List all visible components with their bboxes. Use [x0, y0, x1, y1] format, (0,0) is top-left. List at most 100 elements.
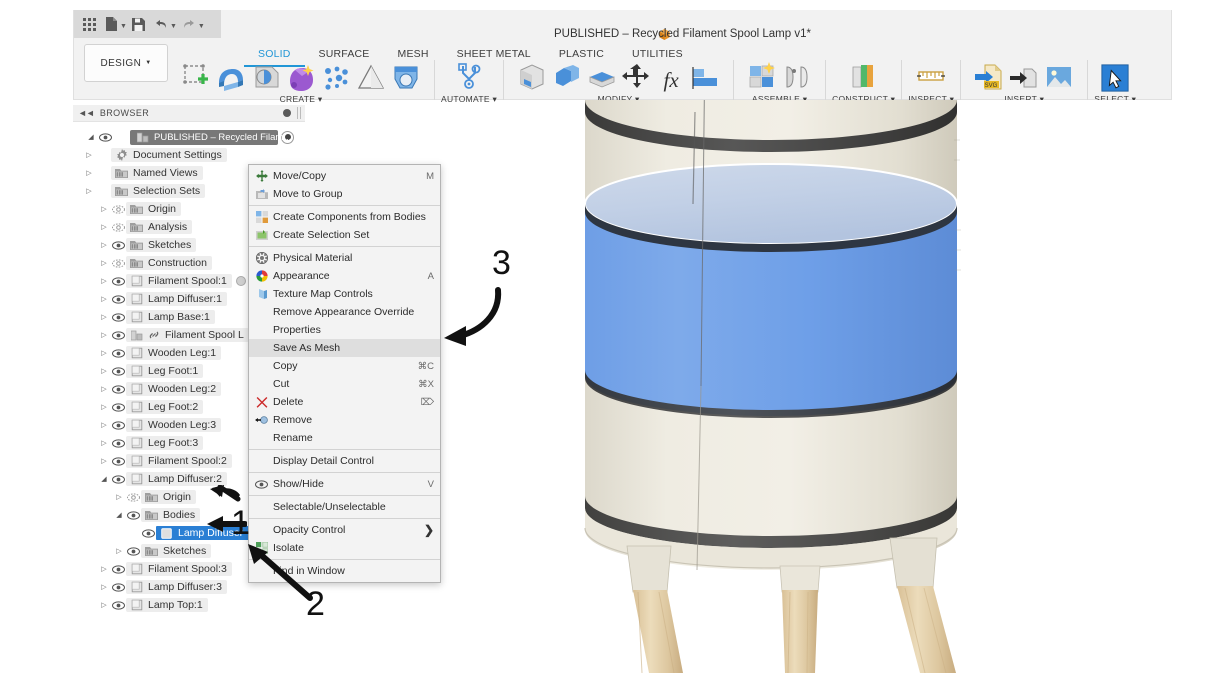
tree-item-pill[interactable]: Wooden Leg:2: [126, 382, 222, 396]
menu-item-display-detail-control[interactable]: Display Detail Control: [249, 452, 440, 470]
visibility-eye-icon[interactable]: [110, 384, 126, 394]
visibility-eye-icon[interactable]: [110, 330, 126, 340]
align-icon[interactable]: [689, 61, 721, 93]
rib-icon[interactable]: [390, 61, 422, 93]
parameters-icon[interactable]: fx: [656, 60, 686, 93]
visibility-eye-icon[interactable]: [110, 204, 126, 214]
extrude-icon[interactable]: [215, 61, 247, 93]
expand-arrow-icon[interactable]: ▷: [98, 601, 110, 609]
visibility-eye-icon[interactable]: [125, 492, 141, 502]
menu-item-remove-appearance-override[interactable]: Remove Appearance Override: [249, 303, 440, 321]
menu-item-create-components-from-bodies[interactable]: Create Components from Bodies: [249, 208, 440, 226]
tree-item-pill[interactable]: Origin: [141, 490, 197, 504]
expand-arrow-icon[interactable]: ▷: [98, 223, 110, 231]
expand-arrow-icon[interactable]: ▷: [98, 385, 110, 393]
save-icon[interactable]: [129, 14, 149, 34]
expand-arrow-icon[interactable]: ▷: [98, 421, 110, 429]
visibility-eye-icon[interactable]: [140, 528, 156, 538]
menu-item-move-to-group[interactable]: Move to Group: [249, 185, 440, 203]
expand-arrow-icon[interactable]: ▷: [83, 169, 95, 177]
tree-item-pill[interactable]: Named Views: [111, 166, 203, 180]
root-component-pill[interactable]: PUBLISHED – Recycled Filam...: [130, 129, 291, 145]
visibility-eye-icon[interactable]: [110, 312, 126, 322]
tree-item-pill[interactable]: Lamp Base:1: [126, 310, 215, 324]
collapse-arrow-icon[interactable]: ◢: [113, 511, 125, 519]
tree-item-pill[interactable]: Leg Foot:2: [126, 400, 204, 414]
press-pull-icon[interactable]: [516, 61, 548, 93]
expand-arrow-icon[interactable]: ▷: [113, 493, 125, 501]
loft-icon[interactable]: [355, 61, 387, 93]
menu-item-move-copy[interactable]: Move/Copy M: [249, 167, 440, 185]
tree-row-document-settings[interactable]: ▷ Document Settings: [73, 146, 305, 164]
menu-item-properties[interactable]: Properties: [249, 321, 440, 339]
menu-item-show-hide[interactable]: Show/Hide V: [249, 475, 440, 493]
expand-arrow-icon[interactable]: ▷: [113, 547, 125, 555]
automate-icon[interactable]: [453, 61, 485, 93]
visibility-eye-icon[interactable]: [110, 582, 126, 592]
move-copy-icon[interactable]: [621, 61, 653, 93]
select-cursor-icon[interactable]: [1100, 63, 1130, 93]
new-component-icon[interactable]: [746, 61, 778, 93]
expand-arrow-icon[interactable]: ▷: [98, 367, 110, 375]
tree-item-pill[interactable]: Filament Spool:2: [126, 454, 232, 468]
undo-caret-icon[interactable]: ▼: [170, 18, 177, 30]
undo-icon[interactable]: [151, 14, 171, 34]
tree-row-lamp-top-1[interactable]: ▷ Lamp Top:1: [73, 596, 305, 614]
sweep-icon[interactable]: [285, 61, 317, 93]
tree-item-pill[interactable]: Leg Foot:1: [126, 364, 204, 378]
panel-grip[interactable]: [300, 107, 301, 119]
menu-item-opacity-control[interactable]: Opacity Control ❯: [249, 521, 440, 539]
visibility-eye-icon[interactable]: [97, 132, 113, 142]
visibility-eye-icon[interactable]: [110, 348, 126, 358]
tree-item-pill[interactable]: Analysis: [126, 220, 193, 234]
construction-plane-icon[interactable]: [848, 61, 880, 93]
chevron-right-icon[interactable]: ❯: [424, 523, 434, 537]
expand-arrow-icon[interactable]: ▷: [98, 439, 110, 447]
menu-item-remove[interactable]: Remove: [249, 411, 440, 429]
tree-item-pill[interactable]: Filament Spool:3: [126, 562, 232, 576]
expand-arrow-icon[interactable]: ▷: [83, 187, 95, 195]
visibility-eye-icon[interactable]: [110, 402, 126, 412]
tree-item-pill[interactable]: Origin: [126, 202, 182, 216]
redo-caret-icon[interactable]: ▼: [198, 18, 205, 30]
tree-item-pill[interactable]: Lamp Diffuser:1: [126, 292, 227, 306]
expand-arrow-icon[interactable]: ▷: [98, 241, 110, 249]
menu-item-physical-material[interactable]: Physical Material: [249, 249, 440, 267]
visibility-eye-icon[interactable]: [110, 564, 126, 574]
expand-arrow-icon[interactable]: ▷: [98, 583, 110, 591]
tree-item-pill[interactable]: Filament Spool L: [126, 328, 249, 342]
insert-svg-icon[interactable]: SVG: [973, 61, 1005, 93]
menu-item-selectable-unselectable[interactable]: Selectable/Unselectable: [249, 498, 440, 516]
tree-item-pill[interactable]: Filament Spool:1: [126, 274, 232, 288]
insert-derive-icon[interactable]: [1008, 61, 1040, 93]
measure-icon[interactable]: [915, 61, 947, 93]
new-document-caret-icon[interactable]: ▼: [120, 18, 127, 30]
expand-arrow-icon[interactable]: ▷: [98, 205, 110, 213]
visibility-eye-icon[interactable]: [110, 438, 126, 448]
visibility-eye-icon[interactable]: [110, 294, 126, 304]
create-sketch-icon[interactable]: [180, 61, 212, 93]
expand-arrow-icon[interactable]: ▷: [98, 349, 110, 357]
tree-item-pill[interactable]: Lamp Top:1: [126, 598, 208, 612]
visibility-eye-icon[interactable]: [110, 258, 126, 268]
expand-arrow-icon[interactable]: ▷: [98, 565, 110, 573]
insert-image-icon[interactable]: [1043, 61, 1075, 93]
visibility-eye-icon[interactable]: [110, 222, 126, 232]
expand-arrow-icon[interactable]: ▷: [98, 457, 110, 465]
expand-arrow-icon[interactable]: ▷: [98, 403, 110, 411]
menu-item-copy[interactable]: Copy ⌘C: [249, 357, 440, 375]
tree-item-pill[interactable]: Document Settings: [111, 148, 227, 162]
new-document-icon[interactable]: [101, 14, 121, 34]
menu-item-isolate[interactable]: Isolate: [249, 539, 440, 557]
tree-item-pill[interactable]: Wooden Leg:1: [126, 346, 222, 360]
visibility-eye-icon[interactable]: [110, 474, 126, 484]
visibility-eye-icon[interactable]: [125, 510, 141, 520]
expand-arrow-icon[interactable]: ▷: [83, 151, 95, 159]
menu-item-texture-map-controls[interactable]: Texture Map Controls: [249, 285, 440, 303]
tree-item-pill[interactable]: Bodies: [141, 508, 201, 522]
expand-arrow-icon[interactable]: ▷: [98, 259, 110, 267]
menu-item-create-selection-set[interactable]: Create Selection Set: [249, 226, 440, 244]
revolve-icon[interactable]: [250, 61, 282, 93]
menu-item-find-in-window[interactable]: Find in Window: [249, 562, 440, 580]
create-group-label[interactable]: CREATE ▾: [280, 94, 323, 105]
